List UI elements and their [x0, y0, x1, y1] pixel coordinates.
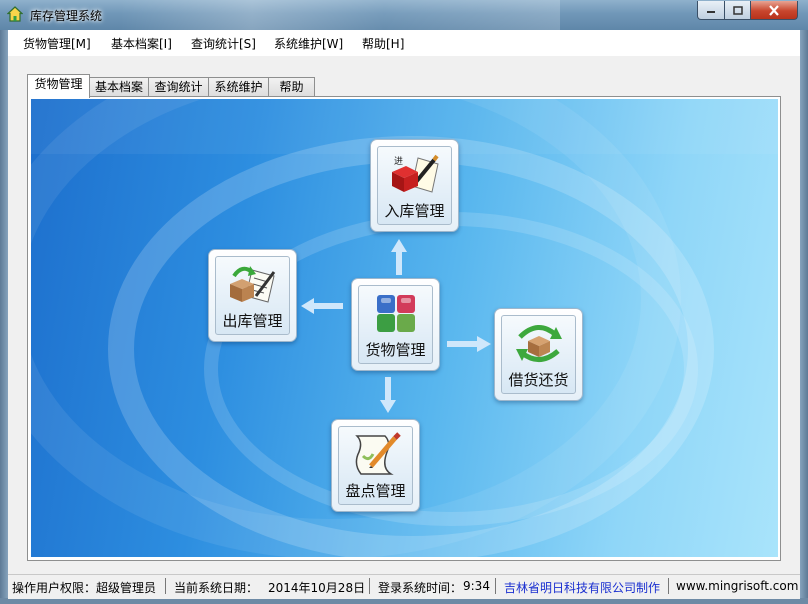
- inventory-check-button[interactable]: 盘点管理: [331, 419, 420, 512]
- window-title: 库存管理系统: [30, 9, 103, 23]
- goods-label: 货物管理: [365, 341, 426, 359]
- tab-goods[interactable]: 货物管理: [27, 74, 90, 98]
- tab-system-maintenance[interactable]: 系统维护: [208, 77, 269, 97]
- stock-out-icon: [229, 266, 275, 303]
- inventory-check-label: 盘点管理: [345, 482, 406, 500]
- arrow-left-icon: [301, 298, 343, 314]
- arrow-up-icon: [391, 239, 407, 275]
- status-bar: 操作用户权限： 超级管理员 当前系统日期： 2014年10月28日 登录系统时间…: [8, 574, 800, 599]
- menu-basic-archive[interactable]: 基本档案[I]: [111, 35, 172, 52]
- tab-help[interactable]: 帮助: [268, 77, 315, 97]
- arrow-down-icon: [380, 377, 396, 413]
- tab-query-stats[interactable]: 查询统计: [148, 77, 209, 97]
- window-frame-left: [0, 30, 8, 604]
- title-bar-decoration: [120, 0, 560, 30]
- website-link[interactable]: www.mingrisoft.com: [676, 579, 798, 593]
- stock-in-button[interactable]: 进 入库管理: [370, 139, 459, 232]
- login-time-label: 登录系统时间：: [378, 581, 463, 595]
- maximize-icon: [732, 5, 743, 15]
- menu-system-maintenance[interactable]: 系统维护[W]: [274, 35, 343, 52]
- minimize-button[interactable]: [697, 1, 725, 20]
- goods-button[interactable]: 货物管理: [351, 278, 440, 371]
- module-canvas: 进 入库管理 出库管理 货物管理 借货还货 盘点管理: [31, 99, 778, 557]
- maximize-button[interactable]: [724, 1, 751, 20]
- menu-bar: 货物管理[M] 基本档案[I] 查询统计[S] 系统维护[W] 帮助[H]: [8, 30, 800, 56]
- system-date-label: 当前系统日期：: [174, 581, 259, 595]
- house-icon: [7, 6, 23, 22]
- system-date-value: 2014年10月28日: [268, 581, 366, 595]
- close-icon: [769, 4, 779, 16]
- status-separator: [369, 578, 370, 594]
- status-separator: [668, 578, 669, 594]
- menu-help[interactable]: 帮助[H]: [362, 35, 404, 52]
- tab-basic-archive[interactable]: 基本档案: [89, 77, 149, 97]
- login-time-value: 9:34: [463, 579, 490, 593]
- title-bar: 库存管理系统: [0, 0, 808, 30]
- window-frame-right: [800, 30, 808, 604]
- arrow-right-icon: [447, 336, 491, 352]
- stock-in-icon: 进: [391, 154, 439, 193]
- minimize-icon: [707, 11, 715, 13]
- borrow-return-label: 借货还货: [508, 371, 569, 389]
- status-separator: [165, 578, 166, 594]
- stock-in-label: 入库管理: [384, 202, 445, 220]
- menu-query-stats[interactable]: 查询统计[S]: [191, 35, 256, 52]
- goods-cubes-icon: [376, 295, 415, 332]
- company-credit: 吉林省明日科技有限公司制作: [504, 581, 661, 595]
- menu-goods[interactable]: 货物管理[M]: [23, 35, 91, 52]
- borrow-return-button[interactable]: 借货还货: [494, 308, 583, 401]
- borrow-return-icon: [515, 325, 562, 362]
- status-separator: [495, 578, 496, 594]
- inventory-check-icon: [354, 432, 401, 475]
- close-button[interactable]: [750, 1, 798, 20]
- user-permission-value: 超级管理员: [96, 581, 157, 595]
- user-permission-label: 操作用户权限：: [12, 581, 97, 595]
- svg-text:进: 进: [394, 156, 403, 167]
- stock-out-button[interactable]: 出库管理: [208, 249, 297, 342]
- stock-out-label: 出库管理: [222, 312, 283, 330]
